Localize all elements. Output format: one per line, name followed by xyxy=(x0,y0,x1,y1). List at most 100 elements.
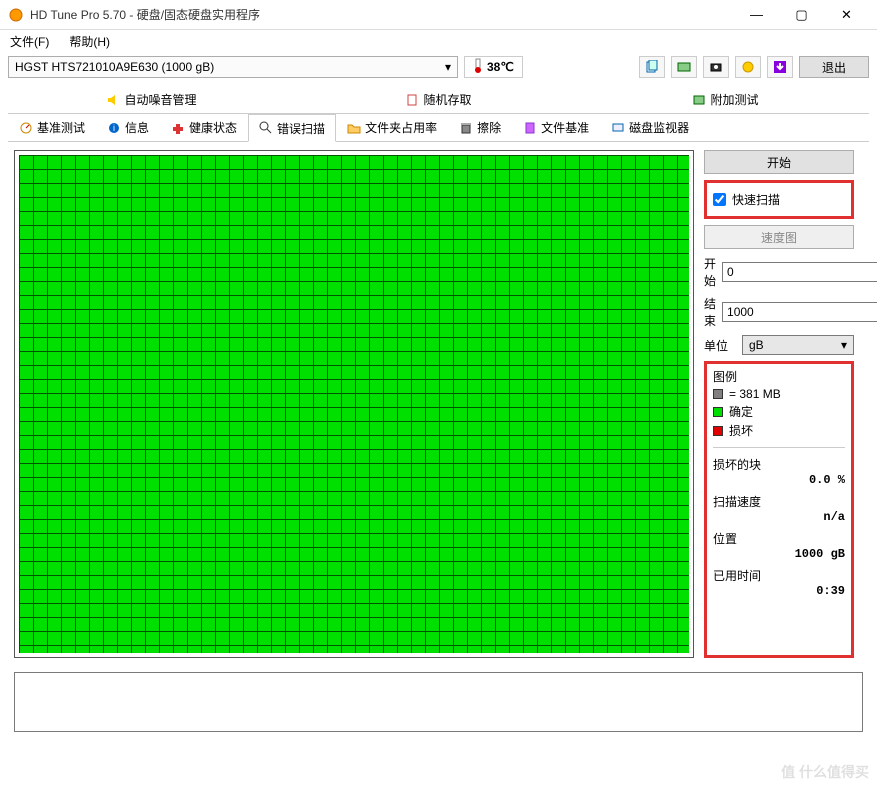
tab-extra-label: 附加测试 xyxy=(710,91,758,108)
start-field-row: 开始 ▲▼ xyxy=(704,255,854,289)
stats: 损坏的块0.0 % 扫描速度n/a 位置1000 gB 已用时间0:39 xyxy=(713,456,845,598)
search-icon xyxy=(259,121,273,135)
tab-noise-label: 自动噪音管理 xyxy=(124,91,196,108)
maximize-button[interactable]: ▢ xyxy=(779,0,824,30)
start-button-label: 开始 xyxy=(767,154,791,171)
legend: 图例 = 381 MB 确定 损坏 xyxy=(713,368,845,439)
tab-error-scan[interactable]: 错误扫描 xyxy=(248,114,336,142)
window-title: HD Tune Pro 5.70 - 硬盘/固态硬盘实用程序 xyxy=(30,6,734,23)
tab-file-benchmark[interactable]: 文件基准 xyxy=(512,114,600,141)
legend-damaged-icon xyxy=(713,426,723,436)
menu-help[interactable]: 帮助(H) xyxy=(63,31,116,52)
tab-random[interactable]: 随机存取 xyxy=(295,86,582,113)
menu-file[interactable]: 文件(F) xyxy=(4,31,55,52)
stat-elapsed-value: 0:39 xyxy=(713,584,845,598)
stat-speed-value: n/a xyxy=(713,510,845,524)
speaker-icon xyxy=(106,93,120,107)
save-screenshot-button[interactable] xyxy=(703,56,729,78)
speed-map-button: 速度图 xyxy=(704,225,854,249)
tab-folder[interactable]: 文件夹占用率 xyxy=(336,114,448,141)
app-icon xyxy=(8,7,24,23)
quick-scan-checkbox[interactable] xyxy=(713,193,726,206)
block-map xyxy=(14,150,694,658)
save-button[interactable] xyxy=(767,56,793,78)
tab-noise[interactable]: 自动噪音管理 xyxy=(8,86,295,113)
info-icon: i xyxy=(107,121,121,135)
legend-ok-label: 确定 xyxy=(729,403,753,420)
toolbar: HGST HTS721010A9E630 (1000 gB) ▾ 38℃ 退出 xyxy=(0,52,877,82)
trash-icon xyxy=(459,121,473,135)
speed-map-label: 速度图 xyxy=(761,229,797,246)
error-scan-panel: 开始 快速扫描 速度图 开始 ▲▼ 结束 ▲▼ 单位 gB xyxy=(0,142,877,666)
start-button[interactable]: 开始 xyxy=(704,150,854,174)
tab-benchmark-label: 基准测试 xyxy=(37,119,85,136)
start-spinner[interactable]: ▲▼ xyxy=(722,262,877,282)
end-field-label: 结束 xyxy=(704,295,716,329)
quick-scan-checkbox-row[interactable]: 快速扫描 xyxy=(713,187,845,212)
stat-position-value: 1000 gB xyxy=(713,547,845,561)
minimize-button[interactable]: ― xyxy=(734,0,779,30)
health-icon xyxy=(171,121,185,135)
tab-random-label: 随机存取 xyxy=(423,91,471,108)
document-icon xyxy=(405,93,419,107)
menu-bar: 文件(F) 帮助(H) xyxy=(0,30,877,52)
legend-damaged-label: 损坏 xyxy=(729,422,753,439)
tab-file-benchmark-label: 文件基准 xyxy=(541,119,589,136)
side-controls: 开始 快速扫描 速度图 开始 ▲▼ 结束 ▲▼ 单位 gB xyxy=(704,150,854,658)
monitor-icon xyxy=(611,121,625,135)
tab-health-label: 健康状态 xyxy=(189,119,237,136)
unit-field-label: 单位 xyxy=(704,337,736,354)
end-input[interactable] xyxy=(723,303,877,321)
stat-damaged-label: 损坏的块 xyxy=(713,458,761,472)
tab-error-scan-label: 错误扫描 xyxy=(277,120,325,137)
results-highlight: 图例 = 381 MB 确定 损坏 损坏的块0.0 % 扫描速度n/a 位置10… xyxy=(704,361,854,658)
legend-block-size: = 381 MB xyxy=(729,387,781,401)
stat-position-label: 位置 xyxy=(713,532,737,546)
legend-block-icon xyxy=(713,389,723,399)
thermometer-icon xyxy=(473,58,483,77)
unit-field-row: 单位 gB ▾ xyxy=(704,335,854,355)
stat-speed-label: 扫描速度 xyxy=(713,495,761,509)
stat-damaged-value: 0.0 % xyxy=(713,473,845,487)
start-input[interactable] xyxy=(723,263,877,281)
stat-elapsed-label: 已用时间 xyxy=(713,569,761,583)
chevron-down-icon: ▾ xyxy=(445,60,451,74)
options-button[interactable] xyxy=(735,56,761,78)
tab-erase[interactable]: 擦除 xyxy=(448,114,512,141)
quick-scan-label: 快速扫描 xyxy=(732,191,780,208)
drive-select[interactable]: HGST HTS721010A9E630 (1000 gB) ▾ xyxy=(8,56,458,78)
folder-icon xyxy=(347,121,361,135)
tab-benchmark[interactable]: 基准测试 xyxy=(8,114,96,141)
legend-ok-icon xyxy=(713,407,723,417)
temperature-value: 38℃ xyxy=(487,60,514,74)
exit-button[interactable]: 退出 xyxy=(799,56,869,78)
tab-folder-label: 文件夹占用率 xyxy=(365,119,437,136)
tab-info[interactable]: i 信息 xyxy=(96,114,160,141)
tab-erase-label: 擦除 xyxy=(477,119,501,136)
close-button[interactable]: ✕ xyxy=(824,0,869,30)
file-gauge-icon xyxy=(523,121,537,135)
tab-monitor[interactable]: 磁盘监视器 xyxy=(600,114,700,141)
log-box xyxy=(14,672,863,732)
chevron-down-icon: ▾ xyxy=(841,338,847,352)
exit-button-label: 退出 xyxy=(822,59,846,76)
drive-select-value: HGST HTS721010A9E630 (1000 gB) xyxy=(15,60,214,74)
copy-info-button[interactable] xyxy=(639,56,665,78)
tab-strip: 自动噪音管理 随机存取 附加测试 基准测试 i 信息 健康状态 错误扫描 文件夹占… xyxy=(8,86,869,142)
tab-extra[interactable]: 附加测试 xyxy=(582,86,869,113)
svg-text:i: i xyxy=(113,123,115,133)
watermark: 值 什么值得买 xyxy=(781,762,869,782)
end-spinner[interactable]: ▲▼ xyxy=(722,302,877,322)
copy-screenshot-button[interactable] xyxy=(671,56,697,78)
start-field-label: 开始 xyxy=(704,255,716,289)
block-map-grid xyxy=(19,155,689,653)
quick-scan-highlight: 快速扫描 xyxy=(704,180,854,219)
gauge-icon xyxy=(19,121,33,135)
temperature-display: 38℃ xyxy=(464,56,523,78)
legend-title: 图例 xyxy=(713,368,845,385)
unit-select[interactable]: gB ▾ xyxy=(742,335,854,355)
tab-info-label: 信息 xyxy=(125,119,149,136)
end-field-row: 结束 ▲▼ xyxy=(704,295,854,329)
tab-monitor-label: 磁盘监视器 xyxy=(629,119,689,136)
tab-health[interactable]: 健康状态 xyxy=(160,114,248,141)
